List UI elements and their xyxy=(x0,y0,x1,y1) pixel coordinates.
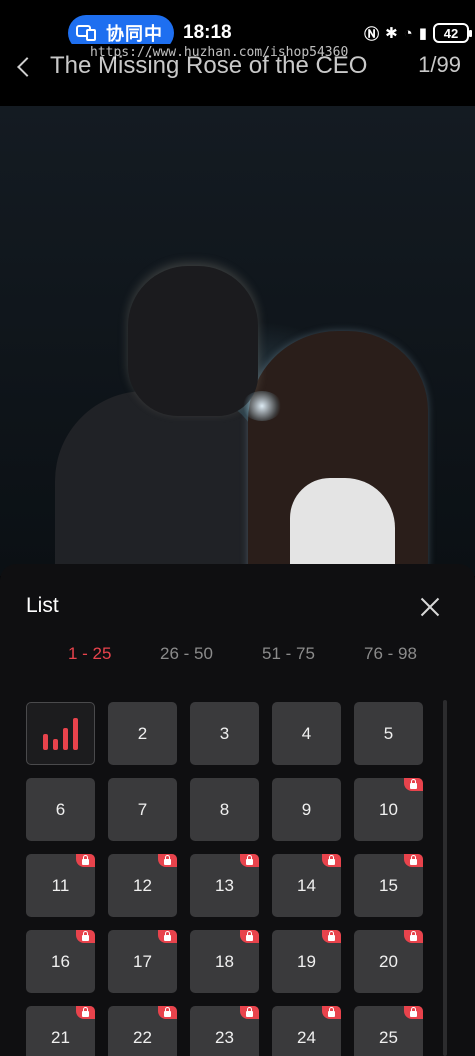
status-icons: Ⓝ ✱ ◔ ▮ 42 xyxy=(364,22,472,44)
lock-icon xyxy=(158,930,177,943)
episode-cell[interactable]: 3 xyxy=(190,702,259,765)
episode-cell[interactable]: 15 xyxy=(354,854,423,917)
episode-number: 12 xyxy=(133,875,152,895)
episode-number: 20 xyxy=(379,951,398,971)
episode-number: 16 xyxy=(51,951,70,971)
episode-number: 8 xyxy=(219,799,230,819)
episode-cell[interactable]: 11 xyxy=(26,854,95,917)
lock-icon xyxy=(76,1006,95,1019)
episode-cell[interactable]: 16 xyxy=(26,930,95,993)
episode-cell[interactable]: 14 xyxy=(272,854,341,917)
lock-icon xyxy=(322,930,341,943)
lock-icon xyxy=(322,854,341,867)
episode-number: 13 xyxy=(215,875,234,895)
status-bar: 协同中 18:18 Ⓝ ✱ ◔ ▮ 42 xyxy=(0,0,475,51)
episode-cell[interactable]: 13 xyxy=(190,854,259,917)
lock-icon xyxy=(240,930,259,943)
chevron-left-icon xyxy=(17,57,37,77)
episode-number: 25 xyxy=(379,1027,398,1047)
scrollbar[interactable] xyxy=(443,700,447,1056)
episode-position: 1/99 xyxy=(418,52,461,77)
episode-cell-now-playing[interactable] xyxy=(26,702,95,765)
multi-screen-icon xyxy=(76,24,98,42)
episode-cell[interactable]: 24 xyxy=(272,1006,341,1056)
episode-number: 9 xyxy=(301,799,312,819)
watermark: https://www.huzhan.com/ishop54360 xyxy=(90,45,349,60)
lock-icon xyxy=(158,854,177,867)
episode-cell[interactable]: 10 xyxy=(354,778,423,841)
episode-number: 17 xyxy=(133,951,152,971)
lock-icon xyxy=(404,1006,423,1019)
back-button[interactable] xyxy=(14,50,40,84)
episode-number: 2 xyxy=(137,723,148,743)
sim-alert-icon: ▮ xyxy=(418,25,427,42)
sheet-title: List xyxy=(26,594,59,617)
lock-icon xyxy=(76,930,95,943)
episode-number: 3 xyxy=(219,723,230,743)
episode-cell[interactable]: 18 xyxy=(190,930,259,993)
episode-cell[interactable]: 7 xyxy=(108,778,177,841)
episode-cell[interactable]: 4 xyxy=(272,702,341,765)
episode-number: 19 xyxy=(297,951,316,971)
video-figure-woman-top xyxy=(290,478,395,576)
episode-cell[interactable]: 23 xyxy=(190,1006,259,1056)
episode-cell[interactable]: 5 xyxy=(354,702,423,765)
episode-number: 6 xyxy=(55,799,66,819)
video-figure-man-body xyxy=(55,391,265,576)
episode-number: 11 xyxy=(51,875,70,895)
episode-number: 4 xyxy=(301,723,312,743)
episode-number: 24 xyxy=(297,1027,316,1047)
nfc-icon: Ⓝ xyxy=(364,25,380,43)
episode-number: 5 xyxy=(383,723,394,743)
video-figure-man-head xyxy=(128,266,258,416)
episode-cell[interactable]: 25 xyxy=(354,1006,423,1056)
now-playing-bars-icon xyxy=(43,717,78,750)
bluetooth-icon: ✱ xyxy=(385,25,398,42)
range-tab-3[interactable]: 51 - 75 xyxy=(262,644,315,664)
clock: 18:18 xyxy=(183,22,232,43)
close-icon[interactable] xyxy=(418,595,442,619)
episode-list-sheet: List 1 - 25 26 - 50 51 - 75 76 - 98 2345… xyxy=(0,564,475,1056)
lock-icon xyxy=(404,854,423,867)
range-tab-2[interactable]: 26 - 50 xyxy=(160,644,213,664)
episode-number: 21 xyxy=(51,1027,70,1047)
range-tab-4[interactable]: 76 - 98 xyxy=(364,644,417,664)
lock-icon xyxy=(158,1006,177,1019)
lock-icon xyxy=(404,778,423,791)
lock-icon xyxy=(240,854,259,867)
episode-cell[interactable]: 21 xyxy=(26,1006,95,1056)
episode-cell[interactable]: 9 xyxy=(272,778,341,841)
wifi-icon: ◔ xyxy=(403,24,413,42)
player-header: The Missing Rose of the CEO 1/99 https:/… xyxy=(0,44,475,106)
episode-cell[interactable]: 2 xyxy=(108,702,177,765)
lock-icon xyxy=(404,930,423,943)
collaboration-label: 协同中 xyxy=(106,24,163,44)
episode-cell[interactable]: 20 xyxy=(354,930,423,993)
lock-icon xyxy=(240,1006,259,1019)
video-player[interactable] xyxy=(0,106,475,576)
lock-icon xyxy=(322,1006,341,1019)
episode-number: 7 xyxy=(137,799,148,819)
episode-number: 15 xyxy=(379,875,398,895)
video-light-glow xyxy=(242,391,282,421)
episode-number: 23 xyxy=(215,1027,234,1047)
episode-cell[interactable]: 6 xyxy=(26,778,95,841)
range-tabs: 1 - 25 26 - 50 51 - 75 76 - 98 xyxy=(0,644,475,668)
episode-cell[interactable]: 12 xyxy=(108,854,177,917)
episode-number: 10 xyxy=(379,799,398,819)
episode-cell[interactable]: 8 xyxy=(190,778,259,841)
episode-cell[interactable]: 22 xyxy=(108,1006,177,1056)
episode-number: 14 xyxy=(297,875,316,895)
episode-cell[interactable]: 17 xyxy=(108,930,177,993)
range-tab-1[interactable]: 1 - 25 xyxy=(68,644,111,664)
battery-indicator: 42 xyxy=(433,23,472,43)
episode-number: 18 xyxy=(215,951,234,971)
lock-icon xyxy=(76,854,95,867)
episode-cell[interactable]: 19 xyxy=(272,930,341,993)
episode-number: 22 xyxy=(133,1027,152,1047)
